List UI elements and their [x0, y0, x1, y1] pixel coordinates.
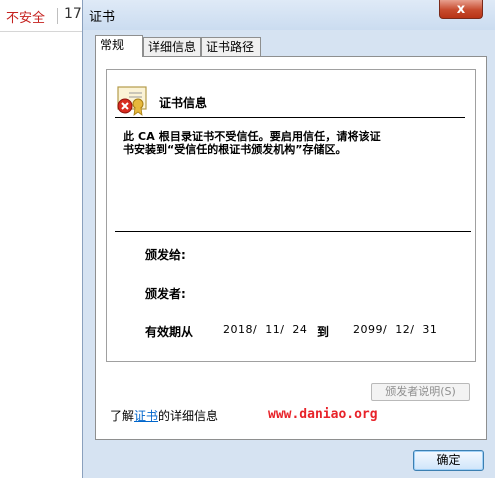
ok-button[interactable]: 确定 [413, 450, 484, 471]
tab-panel-general: 证书信息 此 CA 根目录证书不受信任。要启用信任，请将该证 书安装到“受信任的… [95, 56, 487, 440]
valid-to-label: 到 [317, 325, 330, 339]
dialog-title: 证书 [89, 10, 116, 25]
issued-to-label: 颁发给: [145, 248, 186, 262]
valid-from-label: 有效期从 [145, 325, 194, 339]
certificate-link[interactable]: 证书 [134, 409, 158, 423]
issued-by-label: 颁发者: [145, 287, 186, 301]
certificate-dialog: 证书 x 常规 详细信息 证书路径 证书信息 此 CA 根目录证书不受信任。要启… [82, 0, 495, 478]
certificate-info-box: 证书信息 此 CA 根目录证书不受信任。要启用信任，请将该证 书安装到“受信任的… [106, 69, 476, 362]
learn-more-prefix: 了解 [110, 409, 135, 423]
details-divider [115, 231, 471, 232]
tab-cert-path-label: 证书路径 [206, 40, 255, 54]
close-icon: x [456, 1, 466, 17]
untrusted-certificate-icon [117, 86, 147, 116]
title-bar[interactable]: 证书 x [83, 0, 495, 30]
tab-details-label: 详细信息 [148, 40, 197, 54]
issuer-statement-button[interactable]: 颁发者说明(S) [371, 383, 470, 401]
valid-from-date: 2018/ 11/ 24 [223, 323, 308, 336]
learn-more-suffix: 的详细信息 [158, 409, 219, 423]
address-divider [57, 8, 58, 24]
address-text[interactable]: 17 [64, 6, 82, 22]
tab-general-label: 常规 [100, 38, 125, 52]
certificate-info-heading: 证书信息 [159, 96, 208, 110]
heading-divider [115, 117, 465, 118]
trust-warning-line-2: 书安装到“受信任的根证书颁发机构”存储区。 [123, 143, 347, 156]
tab-details[interactable]: 详细信息 [143, 37, 201, 56]
learn-more-text: 了解证书的详细信息 [110, 407, 218, 424]
tab-general[interactable]: 常规 [95, 35, 143, 57]
site-watermark: www.daniao.org [268, 407, 378, 422]
close-button[interactable]: x [439, 0, 483, 19]
tab-cert-path[interactable]: 证书路径 [201, 37, 261, 56]
not-secure-label[interactable]: 不安全 [6, 7, 45, 26]
valid-to-date: 2099/ 12/ 31 [353, 323, 438, 336]
